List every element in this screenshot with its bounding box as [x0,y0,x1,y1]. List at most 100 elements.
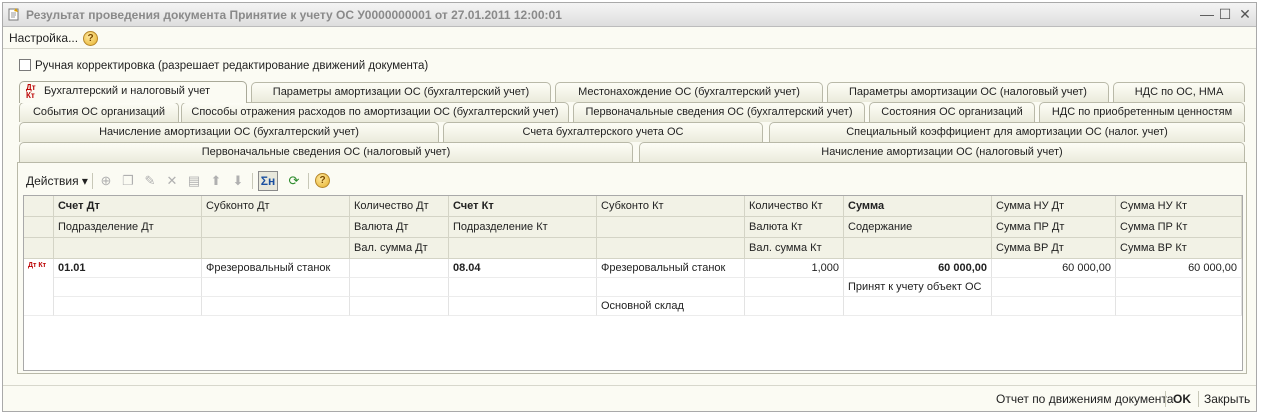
header-currency-amount-debit[interactable]: Вал. сумма Дт [350,238,449,259]
close-button[interactable]: Закрыть [1204,392,1250,406]
actions-menu[interactable]: Действия ▾ [26,172,88,190]
header-pr-amount-debit[interactable]: Сумма ПР Дт [992,217,1116,238]
header-empty [597,217,745,238]
header-department-debit[interactable]: Подразделение Дт [54,217,202,238]
cell-debit-account[interactable]: 01.01 [54,259,202,278]
cell-tax-amount-credit[interactable]: 60 000,00 [1116,259,1242,278]
cell-amount[interactable]: 60 000,00 [844,259,992,278]
cell-vr-amount-credit[interactable] [1116,297,1242,316]
menu-bar: Настройка... ? [3,27,1256,49]
cell-currency-credit[interactable] [745,278,844,297]
cell-warehouse[interactable]: Основной склад [597,297,745,316]
tab-accounting-accounts[interactable]: Счета бухгалтерского учета ОС [443,122,763,142]
maximize-button[interactable]: ☐ [1216,6,1234,23]
header-subconto-debit[interactable]: Субконто Дт [202,196,350,217]
header-icon-cell [24,217,54,238]
cell-empty [844,297,992,316]
header-currency-credit[interactable]: Валюта Кт [745,217,844,238]
cell-pr-amount-debit[interactable] [992,278,1116,297]
settings-menu[interactable]: Настройка... [9,31,78,45]
help-icon[interactable]: ? [315,173,330,188]
end-edit-icon[interactable]: ▤ [186,173,202,189]
tab-vat-fixed-assets[interactable]: НДС по ОС, НМА [1113,82,1245,102]
table-row[interactable]: Дт Кт 01.01 Фрезеровальный станок 08.04 … [24,259,1242,316]
header-pr-amount-credit[interactable]: Сумма ПР Кт [1116,217,1242,238]
cell-quantity-credit[interactable]: 1,000 [745,259,844,278]
cell-department-debit[interactable] [54,278,202,297]
close-window-button[interactable]: ✕ [1236,6,1254,23]
cell-subconto-debit[interactable]: Фрезеровальный станок [202,259,350,278]
cell-content[interactable]: Принят к учету объект ОС [844,278,992,297]
help-icon[interactable]: ? [83,31,98,46]
header-debit-account[interactable]: Счет Дт [54,196,202,217]
manual-correction-checkbox[interactable] [19,59,31,71]
tab-asset-events[interactable]: События ОС организаций [19,102,179,122]
header-empty [202,217,350,238]
delete-row-icon[interactable]: ✕ [164,173,180,189]
header-credit-account[interactable]: Счет Кт [449,196,597,217]
tab-depreciation-accrual-accounting[interactable]: Начисление амортизации ОС (бухгалтерский… [19,122,439,142]
header-subconto-credit[interactable]: Субконто Кт [597,196,745,217]
move-down-icon[interactable]: ⬇ [230,173,246,189]
cell-pr-amount-credit[interactable] [1116,278,1242,297]
tab-accounting-and-tax[interactable]: Дт Кт Бухгалтерский и налоговый учет [19,81,247,103]
cell-quantity-debit[interactable] [350,259,449,278]
tab-asset-states[interactable]: Состояния ОС организаций [869,102,1035,122]
sum-totals-icon[interactable]: Σн [258,171,278,191]
manual-correction-row[interactable]: Ручная корректировка (разрешает редактир… [19,59,428,72]
move-up-icon[interactable]: ⬆ [208,173,224,189]
header-department-credit[interactable]: Подразделение Кт [449,217,597,238]
row-dt-kt-icon: Дт Кт [24,259,54,316]
tab-depreciation-params-accounting[interactable]: Параметры амортизации ОС (бухгалтерский … [251,82,551,102]
tab-expense-reflection-methods[interactable]: Способы отражения расходов по амортизаци… [181,102,569,122]
header-content[interactable]: Содержание [844,217,992,238]
ok-button[interactable]: OK [1173,392,1191,406]
header-currency-debit[interactable]: Валюта Дт [350,217,449,238]
cell-subconto-credit[interactable]: Фрезеровальный станок [597,259,745,278]
document-result-window: Результат проведения документа Принятие … [2,2,1257,412]
movements-report-button[interactable]: Отчет по движениям документа [996,392,1173,406]
header-quantity-credit[interactable]: Количество Кт [745,196,844,217]
edit-row-icon[interactable]: ✎ [142,173,158,189]
tab-label: Бухгалтерский и налоговый учет [44,85,211,97]
tab-depreciation-params-tax[interactable]: Параметры амортизации ОС (налоговый учет… [827,82,1109,102]
register-tabs: Дт Кт Бухгалтерский и налоговый учет Парам… [17,81,1247,163]
header-amount[interactable]: Сумма [844,196,992,217]
header-vr-amount-credit[interactable]: Сумма ВР Кт [1116,238,1242,259]
copy-row-icon[interactable]: ❐ [120,173,136,189]
header-quantity-debit[interactable]: Количество Дт [350,196,449,217]
table-header: Счет Дт Субконто Дт Количество Дт Счет К… [24,196,1242,259]
window-title: Результат проведения документа Принятие … [26,8,562,22]
dt-kt-icon: Дт Кт [26,83,36,100]
header-currency-amount-credit[interactable]: Вал. сумма Кт [745,238,844,259]
cell-credit-account[interactable]: 08.04 [449,259,597,278]
cell-empty [202,278,350,297]
document-posted-icon [7,7,21,21]
header-vr-amount-debit[interactable]: Сумма ВР Дт [992,238,1116,259]
refresh-icon[interactable]: ⟳ [286,173,302,189]
tab-vat-acquired-values[interactable]: НДС по приобретенным ценностям [1039,102,1245,122]
cell-currency-debit[interactable] [350,278,449,297]
cell-currency-amount-debit[interactable] [350,297,449,316]
tab-panel: Действия ▾ ⊕ ❐ ✎ ✕ ▤ ⬆ ⬇ Σн ⟳ ? Счет Дт … [17,162,1247,374]
cell-empty [597,278,745,297]
minimize-button[interactable]: — [1198,6,1216,23]
table-toolbar: Действия ▾ ⊕ ❐ ✎ ✕ ▤ ⬆ ⬇ Σн ⟳ ? [22,169,422,193]
tab-location-accounting[interactable]: Местонахождение ОС (бухгалтерский учет) [555,82,823,102]
cell-currency-amount-credit[interactable] [745,297,844,316]
toolbar-separator [308,173,309,189]
footer-bar: Отчет по движениям документа OK Закрыть [3,385,1256,411]
tab-depreciation-accrual-tax[interactable]: Начисление амортизации ОС (налоговый уче… [639,142,1245,162]
tab-special-coefficient-tax[interactable]: Специальный коэффициент для амортизации … [769,122,1245,142]
cell-department-credit[interactable] [449,278,597,297]
toolbar-separator [92,173,93,189]
cell-tax-amount-debit[interactable]: 60 000,00 [992,259,1116,278]
header-tax-amount-debit[interactable]: Сумма НУ Дт [992,196,1116,217]
movements-table: Счет Дт Субконто Дт Количество Дт Счет К… [23,195,1243,371]
footer-separator [1165,391,1166,407]
tab-initial-info-tax[interactable]: Первоначальные сведения ОС (налоговый уч… [19,142,633,162]
add-row-icon[interactable]: ⊕ [98,173,114,189]
tab-initial-info-accounting[interactable]: Первоначальные сведения ОС (бухгалтерски… [573,102,865,122]
cell-vr-amount-debit[interactable] [992,297,1116,316]
header-tax-amount-credit[interactable]: Сумма НУ Кт [1116,196,1242,217]
